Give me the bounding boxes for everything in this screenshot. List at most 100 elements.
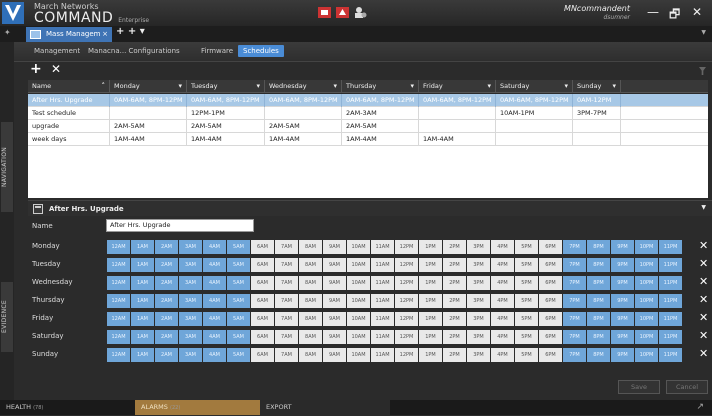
hour-cell[interactable]: 2AM (155, 276, 178, 290)
hour-cell[interactable]: 7PM (563, 240, 586, 254)
hour-cell[interactable]: 3PM (467, 330, 490, 344)
col-friday[interactable]: Friday ▾ (419, 80, 496, 92)
hour-cell[interactable]: 6PM (539, 240, 562, 254)
hour-cell[interactable]: 12PM (395, 258, 418, 272)
hour-cell[interactable]: 1PM (419, 276, 442, 290)
chevron-down-icon[interactable]: ▼ (701, 29, 706, 36)
hour-cell[interactable]: 5AM (227, 348, 250, 362)
hour-cell[interactable]: 4AM (203, 258, 226, 272)
restore-button[interactable]: 🗗 (669, 5, 680, 26)
hour-cell[interactable]: 7AM (275, 276, 298, 290)
hour-cell[interactable]: 1PM (419, 348, 442, 362)
hour-cell[interactable]: 4PM (491, 276, 514, 290)
hour-cell[interactable]: 6PM (539, 348, 562, 362)
hour-cell[interactable]: 12AM (107, 258, 130, 272)
close-tab-icon[interactable]: × (102, 27, 108, 42)
hour-cell[interactable]: 4PM (491, 258, 514, 272)
hour-cell[interactable]: 6AM (251, 330, 274, 344)
user-info[interactable]: MNcommandent dsumner (564, 4, 630, 21)
hour-cell[interactable]: 8AM (299, 348, 322, 362)
hour-cell[interactable]: 11PM (659, 330, 682, 344)
tab-management[interactable]: Management (34, 47, 80, 55)
hour-cell[interactable]: 9PM (611, 312, 634, 326)
hour-cell[interactable]: 10AM (347, 312, 370, 326)
hour-cell[interactable]: 5AM (227, 276, 250, 290)
hour-cell[interactable]: 3AM (179, 312, 202, 326)
minimize-button[interactable]: — (647, 5, 659, 19)
table-row[interactable]: week days 1AM-4AM 1AM-4AM 1AM-4AM 1AM-4A… (28, 133, 708, 146)
hour-cell[interactable]: 6PM (539, 294, 562, 308)
hour-cell[interactable]: 12AM (107, 330, 130, 344)
hour-cell[interactable]: 6AM (251, 276, 274, 290)
clear-day-button[interactable]: ✕ (699, 257, 708, 270)
hour-cell[interactable]: 8PM (587, 330, 610, 344)
hour-cell[interactable]: 4PM (491, 348, 514, 362)
hour-cell[interactable]: 7PM (563, 258, 586, 272)
hour-cell[interactable]: 1AM (131, 258, 154, 272)
expand-icon[interactable]: ↗ (696, 402, 704, 412)
alarms-tab[interactable]: ALARMS (22) (135, 400, 260, 415)
hour-cell[interactable]: 6AM (251, 240, 274, 254)
hour-cell[interactable]: 12AM (107, 312, 130, 326)
hour-cell[interactable]: 3AM (179, 276, 202, 290)
hour-cell[interactable]: 3PM (467, 312, 490, 326)
clear-day-button[interactable]: ✕ (699, 275, 708, 288)
hour-cell[interactable]: 5PM (515, 258, 538, 272)
hour-cell[interactable]: 4AM (203, 240, 226, 254)
hour-cell[interactable]: 2PM (443, 276, 466, 290)
hour-cell[interactable]: 2PM (443, 240, 466, 254)
hour-cell[interactable]: 1PM (419, 258, 442, 272)
hour-cell[interactable]: 12PM (395, 348, 418, 362)
hour-cell[interactable]: 8AM (299, 258, 322, 272)
hour-cell[interactable]: 11PM (659, 240, 682, 254)
hour-cell[interactable]: 9PM (611, 240, 634, 254)
save-button[interactable]: Save (618, 380, 660, 394)
hour-cell[interactable]: 3PM (467, 294, 490, 308)
col-thursday[interactable]: Thursday ▾ (342, 80, 419, 92)
hour-cell[interactable]: 6AM (251, 312, 274, 326)
col-tuesday[interactable]: Tuesday ▾ (187, 80, 265, 92)
recorder-alert-icon[interactable] (336, 6, 349, 18)
clear-day-button[interactable]: ✕ (699, 239, 708, 252)
hour-cell[interactable]: 3AM (179, 330, 202, 344)
hour-cell[interactable]: 12PM (395, 240, 418, 254)
hour-cell[interactable]: 11PM (659, 294, 682, 308)
evidence-panel-toggle[interactable]: EVIDENCE (1, 282, 13, 352)
hour-cell[interactable]: 12PM (395, 312, 418, 326)
clear-day-button[interactable]: ✕ (699, 311, 708, 324)
hour-cell[interactable]: 8PM (587, 312, 610, 326)
hour-cell[interactable]: 9PM (611, 276, 634, 290)
hour-cell[interactable]: 6PM (539, 258, 562, 272)
hour-cell[interactable]: 9AM (323, 240, 346, 254)
hour-cell[interactable]: 4PM (491, 312, 514, 326)
hour-cell[interactable]: 9AM (323, 258, 346, 272)
hour-cell[interactable]: 5AM (227, 312, 250, 326)
hour-cell[interactable]: 2PM (443, 294, 466, 308)
filter-icon[interactable] (699, 67, 706, 75)
schedule-name-field[interactable]: After Hrs. Upgrade (106, 219, 254, 232)
hour-cell[interactable]: 10PM (635, 258, 658, 272)
delete-schedule-button[interactable]: ✕ (51, 62, 61, 76)
hour-cell[interactable]: 10PM (635, 294, 658, 308)
hour-cell[interactable]: 11PM (659, 276, 682, 290)
hour-cell[interactable]: 9AM (323, 330, 346, 344)
hour-cell[interactable]: 7PM (563, 312, 586, 326)
hour-cell[interactable]: 10PM (635, 276, 658, 290)
hour-cell[interactable]: 3PM (467, 240, 490, 254)
hour-cell[interactable]: 1AM (131, 294, 154, 308)
col-saturday[interactable]: Saturday ▾ (496, 80, 573, 92)
hour-cell[interactable]: 12AM (107, 276, 130, 290)
hour-cell[interactable]: 10PM (635, 240, 658, 254)
hour-cell[interactable]: 2PM (443, 312, 466, 326)
hour-cell[interactable]: 4AM (203, 348, 226, 362)
hour-cell[interactable]: 7AM (275, 294, 298, 308)
hour-cell[interactable]: 8PM (587, 348, 610, 362)
hour-cell[interactable]: 5PM (515, 312, 538, 326)
hour-cell[interactable]: 9AM (323, 276, 346, 290)
hour-cell[interactable]: 11PM (659, 258, 682, 272)
hour-cell[interactable]: 10AM (347, 294, 370, 308)
hour-cell[interactable]: 10AM (347, 330, 370, 344)
export-tab[interactable]: EXPORT (260, 400, 390, 415)
clear-day-button[interactable]: ✕ (699, 347, 708, 360)
health-tab[interactable]: HEALTH (78) (0, 400, 135, 415)
